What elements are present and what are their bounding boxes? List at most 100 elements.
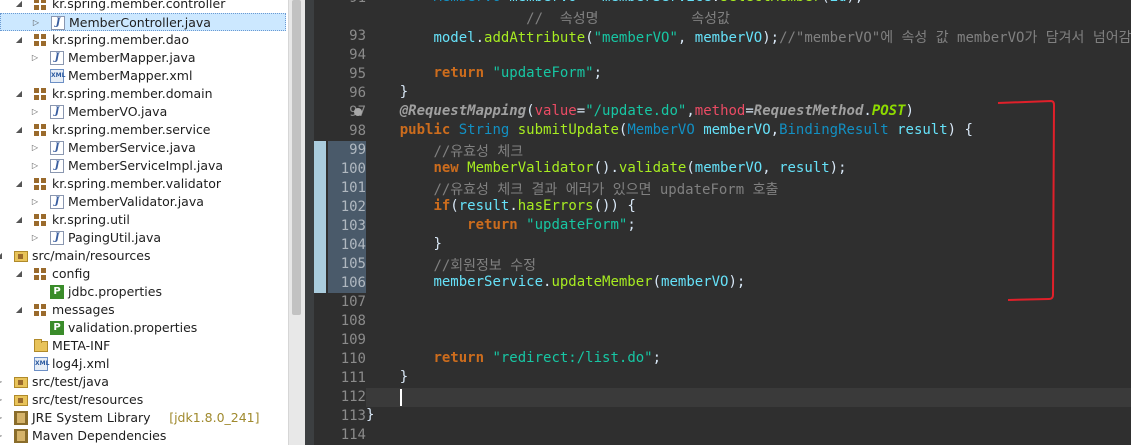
collapsed-arrow-icon[interactable]: ▷ [30, 139, 40, 157]
tree-item-label: kr.spring.member.domain [52, 86, 213, 101]
code-token: new [433, 160, 468, 176]
tree-item[interactable]: ▷ src/test/java [0, 373, 288, 391]
line-number: 107 [340, 294, 366, 310]
expanded-arrow-icon[interactable]: ◢ [14, 265, 24, 283]
tree-item[interactable]: ▷ J MemberMapper.java [0, 49, 288, 67]
tree-item[interactable]: ◢ kr.spring.util [0, 211, 288, 229]
java-file-icon: J [51, 16, 65, 30]
tree-item[interactable]: ▷ JRE System Library [jdk1.8.0_241] [0, 409, 288, 427]
text-caret [400, 389, 402, 406]
code-token: RequestMethod [753, 103, 864, 119]
expanded-arrow-icon[interactable]: ◢ [14, 85, 24, 103]
code-line[interactable]: } [366, 407, 374, 426]
tree-item[interactable]: ▷ J MemberVO.java [0, 103, 288, 121]
collapsed-arrow-icon[interactable]: ▷ [30, 103, 40, 121]
collapsed-arrow-icon[interactable]: ▷ [0, 427, 4, 445]
expanded-arrow-icon[interactable]: ◢ [14, 301, 24, 319]
change-marker [314, 198, 326, 217]
collapsed-arrow-icon[interactable]: ▷ [0, 391, 4, 409]
code-line[interactable]: //유효성 체크 결과 에러가 있으면 updateForm 호출 [366, 179, 778, 198]
tree-item[interactable]: Pvalidation.properties [0, 319, 288, 337]
change-marker [314, 255, 326, 274]
tree-item-label: src/test/resources [32, 392, 144, 407]
code-token: "updateForm" [526, 217, 628, 233]
code-token: MemberVO [433, 0, 509, 5]
line-number: 100 [328, 160, 366, 179]
collapsed-arrow-icon[interactable]: ▷ [30, 49, 40, 67]
code-line[interactable]: } [366, 84, 408, 103]
tree-item[interactable]: ◢ kr.spring.member.service [0, 121, 288, 139]
code-line[interactable]: //회원정보 수정 [366, 255, 536, 274]
expanded-arrow-icon[interactable]: ◢ [14, 121, 24, 139]
tree-item[interactable]: ◢ kr.spring.member.dao [0, 31, 288, 49]
expanded-arrow-icon[interactable]: ◢ [0, 247, 4, 265]
code-line[interactable]: return "updateForm"; [366, 217, 636, 236]
tree-item-label: MemberMapper.java [68, 50, 196, 65]
collapsed-arrow-icon[interactable]: ▷ [30, 229, 40, 247]
fold-toggle-icon[interactable] [354, 108, 362, 116]
tree-item[interactable]: ◢ kr.spring.member.controller [0, 0, 288, 13]
code-token: ( [526, 103, 535, 119]
code-line[interactable]: new MemberValidator().validate(memberVO,… [366, 160, 846, 179]
collapsed-arrow-icon[interactable]: ▷ [30, 157, 40, 175]
explorer-scrollbar-thumb[interactable] [292, 0, 301, 315]
code-line[interactable]: @RequestMapping(value="/update.do",metho… [366, 103, 914, 122]
tree-item[interactable]: XML log4j.xml [0, 355, 288, 373]
package-icon [34, 268, 46, 280]
expanded-arrow-icon[interactable]: ◢ [14, 175, 24, 193]
change-marker [314, 179, 326, 198]
tree-item[interactable]: ▷ J MemberValidator.java [0, 193, 288, 211]
code-line[interactable]: model.addAttribute("memberVO", memberVO)… [366, 27, 1131, 46]
line-number: 102 [328, 198, 366, 217]
collapsed-arrow-icon[interactable]: ▷ [31, 14, 41, 32]
code-token: result [897, 122, 948, 138]
code-token: ( [450, 198, 459, 214]
expanded-arrow-icon[interactable]: ◢ [14, 31, 24, 49]
tree-item[interactable]: ◢ src/main/resources [0, 247, 288, 265]
tree-item[interactable]: ▷ J PagingUtil.java [0, 229, 288, 247]
tree-item[interactable]: Pjdbc.properties [0, 283, 288, 301]
pane-divider[interactable] [305, 0, 314, 445]
code-line[interactable]: if(result.hasErrors()) { [366, 198, 636, 217]
code-token: ()) { [593, 198, 636, 214]
tree-item[interactable]: ◢ kr.spring.member.validator [0, 175, 288, 193]
collapsed-arrow-icon[interactable]: ▷ [0, 373, 4, 391]
line-number: 113 [340, 408, 366, 424]
tree-item[interactable]: XML MemberMapper.xml [0, 67, 288, 85]
code-line[interactable]: public String submitUpdate(MemberVO memb… [366, 122, 973, 141]
code-token: ) { [947, 122, 973, 138]
code-token: ; [652, 350, 662, 366]
code-line[interactable]: memberService.updateMember(memberVO); [366, 274, 745, 293]
expanded-arrow-icon[interactable]: ◢ [14, 0, 24, 13]
code-token: . [509, 198, 518, 214]
tree-item-label: JRE System Library [32, 410, 151, 425]
tree-item[interactable]: ▷ Maven Dependencies [0, 427, 288, 445]
tree-item-label: MemberVO.java [68, 104, 168, 119]
code-line[interactable]: // 속성명 속성값 [366, 8, 730, 27]
tree-item[interactable]: ▷ J MemberService.java [0, 139, 288, 157]
tree-item[interactable]: ▷ J MemberController.java [0, 13, 286, 31]
tree-item[interactable]: ◢ messages [0, 301, 288, 319]
package-icon [34, 0, 46, 10]
tree-item[interactable]: META-INF [0, 337, 288, 355]
java-file-icon: J [50, 195, 64, 209]
code-token: method [694, 103, 746, 119]
tree-item[interactable]: ▷ J MemberServiceImpl.java [0, 157, 288, 175]
code-token: ( [821, 0, 829, 5]
tree-item-label: MemberServiceImpl.java [68, 158, 224, 173]
code-line[interactable]: //유효성 체크 [366, 141, 523, 160]
tree-item[interactable]: ◢ config [0, 265, 288, 283]
tree-item[interactable]: ◢ kr.spring.member.domain [0, 85, 288, 103]
collapsed-arrow-icon[interactable]: ▷ [30, 193, 40, 211]
collapsed-arrow-icon[interactable]: ▷ [0, 409, 4, 427]
expanded-arrow-icon[interactable]: ◢ [14, 211, 24, 229]
code-line[interactable]: return "redirect:/list.do"; [366, 350, 661, 369]
code-line[interactable]: } [366, 236, 441, 255]
code-line[interactable]: } [366, 369, 408, 388]
code-line[interactable]: MemberVO memberVO = memberService.select… [366, 0, 863, 8]
tree-item[interactable]: ▷ src/test/resources [0, 391, 288, 409]
code-line[interactable]: return "updateForm"; [366, 65, 602, 84]
